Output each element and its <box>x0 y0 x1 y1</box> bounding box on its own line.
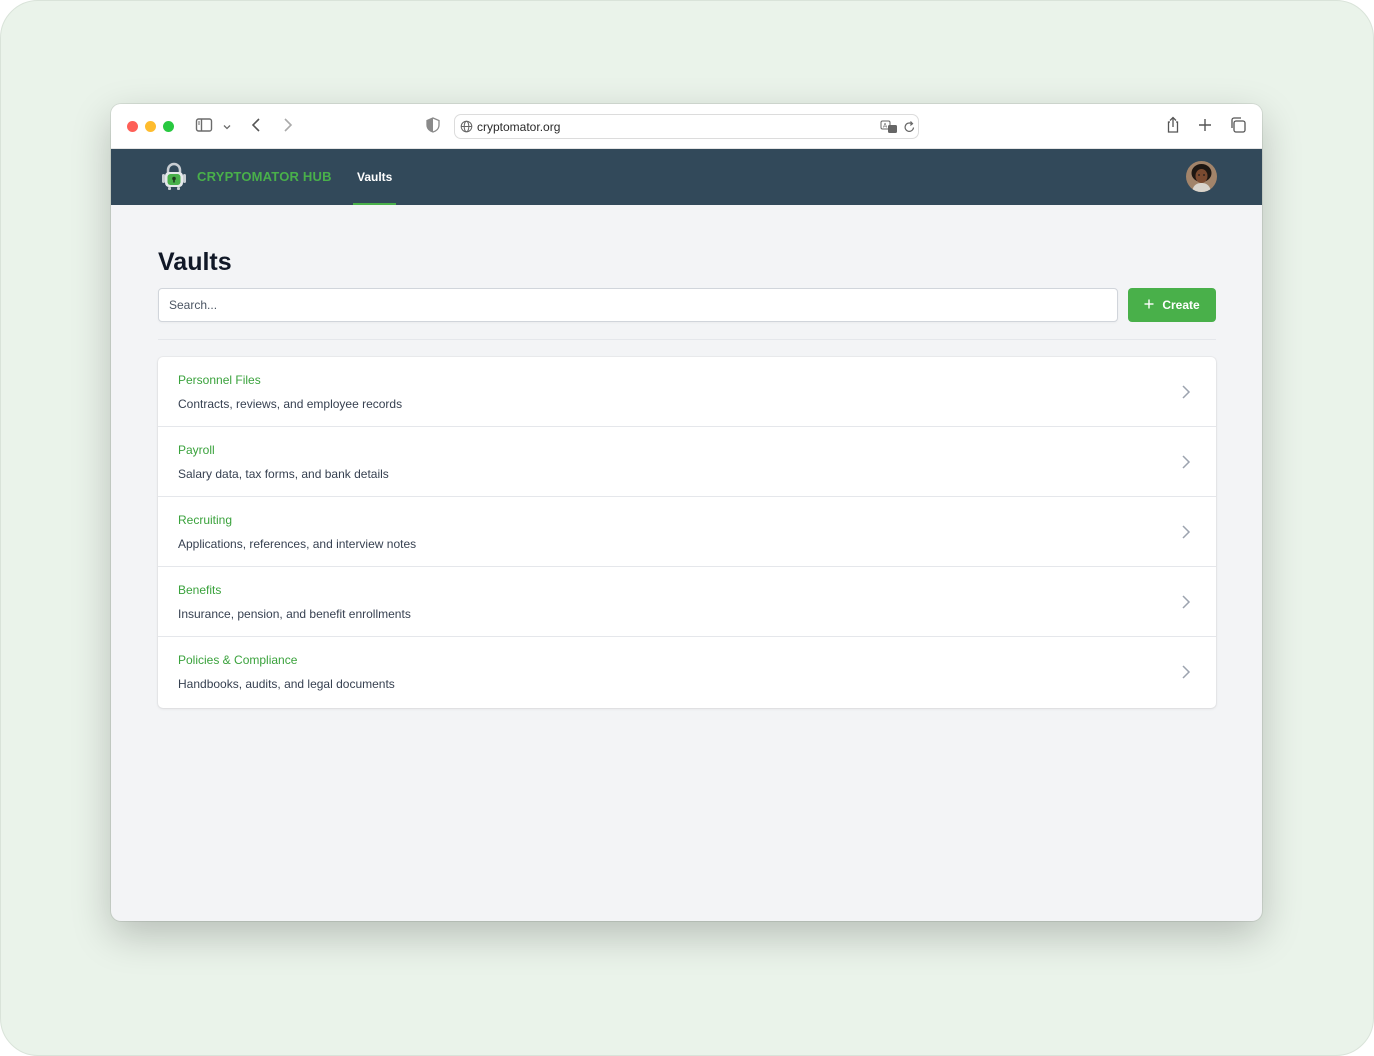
search-input[interactable] <box>158 288 1118 322</box>
browser-toolbar: cryptomator.org A <box>111 104 1262 149</box>
create-vault-button[interactable]: Create <box>1128 288 1216 322</box>
vault-row-policies-compliance[interactable]: Policies & Compliance Handbooks, audits,… <box>158 637 1216 708</box>
section-divider <box>158 339 1216 340</box>
maximize-window-button[interactable] <box>163 121 174 132</box>
vault-name: Personnel Files <box>178 373 261 387</box>
plus-icon <box>1144 298 1154 312</box>
globe-icon <box>460 120 473 138</box>
vault-row-personnel-files[interactable]: Personnel Files Contracts, reviews, and … <box>158 357 1216 427</box>
new-tab-icon[interactable] <box>1197 116 1213 139</box>
app-navbar: CRYPTOMATOR HUB Vaults <box>111 149 1262 205</box>
vault-description: Applications, references, and interview … <box>178 537 417 551</box>
privacy-shield-icon[interactable] <box>425 116 441 139</box>
browser-window: cryptomator.org A CRYPTOMATOR HUB Vaults… <box>111 104 1262 921</box>
nav-link-vaults[interactable]: Vaults <box>353 149 396 205</box>
vault-row-recruiting[interactable]: Recruiting Applications, references, and… <box>158 497 1216 567</box>
chevron-right-icon <box>1180 524 1192 545</box>
vault-description: Contracts, reviews, and employee records <box>178 397 403 411</box>
svg-text:A: A <box>883 123 888 130</box>
user-avatar[interactable] <box>1186 161 1217 192</box>
brand-name[interactable]: CRYPTOMATOR HUB <box>197 169 332 184</box>
page-title: Vaults <box>158 248 232 276</box>
vault-description: Salary data, tax forms, and bank details <box>178 467 389 481</box>
tab-overview-icon[interactable] <box>1229 116 1247 139</box>
vault-description: Insurance, pension, and benefit enrollme… <box>178 607 411 621</box>
vault-description: Handbooks, audits, and legal documents <box>178 677 395 691</box>
chevron-right-icon <box>1180 664 1192 685</box>
url-text: cryptomator.org <box>477 120 561 134</box>
chevron-right-icon <box>1180 454 1192 475</box>
share-icon[interactable] <box>1165 116 1181 139</box>
vault-name: Recruiting <box>178 513 233 527</box>
translate-icon[interactable]: A <box>880 120 898 139</box>
chevron-right-icon <box>1180 384 1192 405</box>
vault-name: Benefits <box>178 583 222 597</box>
create-button-label: Create <box>1162 298 1200 312</box>
sidebar-toggle-icon[interactable] <box>195 116 213 139</box>
vault-name: Payroll <box>178 443 215 457</box>
close-window-button[interactable] <box>127 121 138 132</box>
reload-icon[interactable] <box>903 120 916 139</box>
minimize-window-button[interactable] <box>145 121 156 132</box>
chevron-down-icon[interactable] <box>222 119 232 137</box>
vault-row-benefits[interactable]: Benefits Insurance, pension, and benefit… <box>158 567 1216 637</box>
address-bar[interactable]: cryptomator.org A <box>454 114 919 139</box>
active-nav-indicator <box>353 203 396 205</box>
vault-list: Personnel Files Contracts, reviews, and … <box>158 357 1216 708</box>
back-icon[interactable] <box>249 116 265 139</box>
forward-icon[interactable] <box>279 116 295 139</box>
chevron-right-icon <box>1180 594 1192 615</box>
vault-row-payroll[interactable]: Payroll Salary data, tax forms, and bank… <box>158 427 1216 497</box>
cryptomator-logo-icon[interactable] <box>159 162 189 197</box>
vault-name: Policies & Compliance <box>178 653 298 667</box>
